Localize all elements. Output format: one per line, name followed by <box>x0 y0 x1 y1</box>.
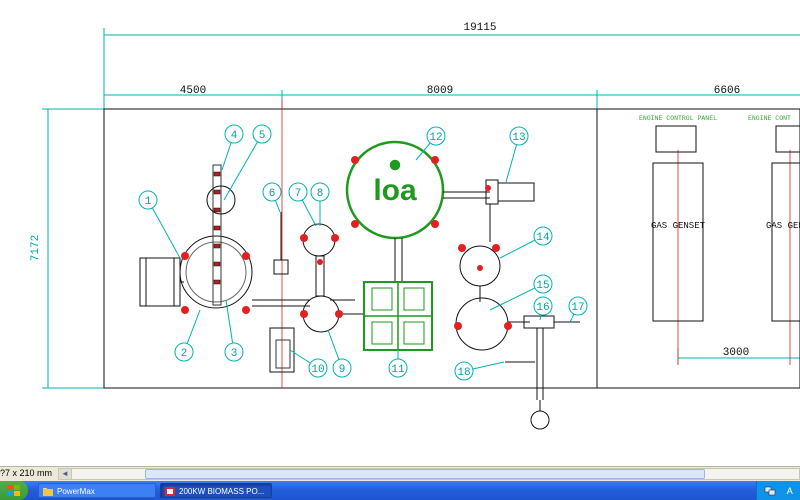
balloon-label-1: 1 <box>145 196 152 208</box>
taskbar: PowerMax 200KW BIOMASS PO... A <box>0 481 800 500</box>
taskbar-item-powermax[interactable]: PowerMax <box>38 483 156 498</box>
balloon-leader-5 <box>223 133 263 201</box>
input-language-indicator[interactable]: A <box>787 486 793 496</box>
start-button[interactable] <box>0 481 28 500</box>
dim-overall: 19115 <box>463 22 496 34</box>
balloon-label-7: 7 <box>295 188 302 200</box>
windows-logo-icon <box>7 484 20 496</box>
balloon-label-18: 18 <box>457 367 470 379</box>
pdf-icon <box>165 487 175 496</box>
chain-elevator <box>213 171 221 285</box>
genset-label-1: GAS GENSET <box>651 221 706 231</box>
system-tray: A <box>756 481 800 500</box>
balloon-label-15: 15 <box>536 280 549 292</box>
dim-left: 4500 <box>180 85 206 97</box>
genset-label-2: GAS GENSE <box>766 221 800 231</box>
balloon-label-12: 12 <box>429 132 442 144</box>
status-bar: ?7 x 210 mm ◄ <box>0 466 800 481</box>
balloon-label-5: 5 <box>259 130 266 142</box>
balloon-label-17: 17 <box>571 302 584 314</box>
balloon-label-4: 4 <box>231 130 238 142</box>
logo-mark: loa <box>373 159 417 207</box>
balloon-label-9: 9 <box>339 364 346 376</box>
engine-panel-label-1: ENGINE CONTROL PANEL <box>639 115 717 122</box>
dim-middle: 8009 <box>427 85 453 97</box>
balloon-label-16: 16 <box>536 302 549 314</box>
balloon-label-2: 2 <box>181 348 188 360</box>
cad-drawing-canvas[interactable]: 19115 4500 8009 6606 7172 3000 ENGINE CO… <box>0 0 800 466</box>
balloon-label-6: 6 <box>269 188 276 200</box>
taskbar-item-label: PowerMax <box>57 487 95 496</box>
balloon-label-13: 13 <box>512 132 525 144</box>
scroll-thumb[interactable] <box>145 469 705 479</box>
folder-icon <box>43 488 53 496</box>
balloon-label-3: 3 <box>231 348 238 360</box>
horizontal-scrollbar[interactable]: ◄ <box>58 468 800 480</box>
network-icon[interactable] <box>764 485 776 497</box>
balloon-label-8: 8 <box>317 188 324 200</box>
balloon-label-11: 11 <box>391 364 405 376</box>
taskbar-item-biomass-pdf[interactable]: 200KW BIOMASS PO... <box>160 483 272 498</box>
scroll-left-arrow[interactable]: ◄ <box>59 469 72 479</box>
logo-text: loa <box>373 174 417 207</box>
equipment-layout <box>139 140 580 430</box>
paper-size-readout: ?7 x 210 mm <box>0 468 53 478</box>
dim-height: 7172 <box>30 235 42 261</box>
dim-right: 6606 <box>714 85 740 97</box>
balloon-label-14: 14 <box>536 232 550 244</box>
balloon-label-10: 10 <box>311 364 324 376</box>
engine-panel-label-2: ENGINE CONT <box>748 115 791 122</box>
balloon-leader-1 <box>147 199 181 259</box>
dim-genset-spacing: 3000 <box>723 347 749 359</box>
taskbar-item-label: 200KW BIOMASS PO... <box>179 487 265 496</box>
